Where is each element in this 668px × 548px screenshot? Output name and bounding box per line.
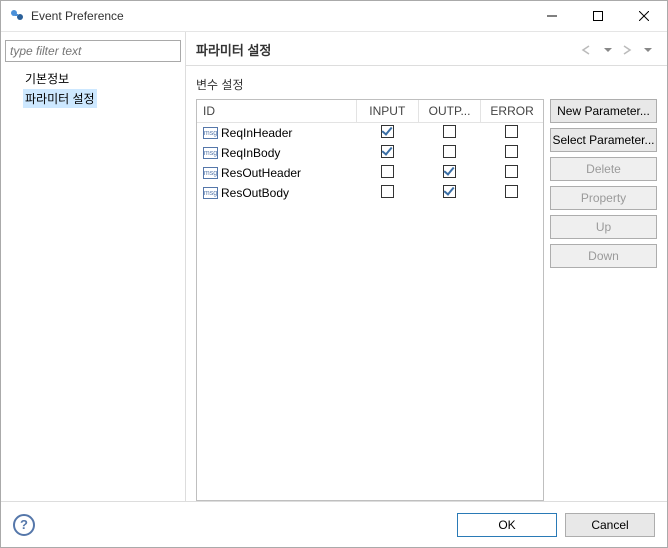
maximize-button[interactable] (575, 1, 621, 31)
forward-menu-icon[interactable] (639, 41, 657, 59)
input-checkbox[interactable] (381, 185, 394, 198)
button-column: New Parameter... Select Parameter... Del… (550, 99, 657, 501)
col-id[interactable]: ID (197, 100, 356, 123)
left-pane: 기본정보 파라미터 설정 (1, 32, 186, 501)
window-title: Event Preference (31, 9, 529, 23)
app-icon (9, 8, 25, 24)
table-row[interactable]: msgReqInHeader (197, 123, 543, 144)
help-icon[interactable]: ? (13, 514, 35, 536)
select-parameter-button[interactable]: Select Parameter... (550, 128, 657, 152)
section: 변수 설정 ID INPUT OUTP... ERROR msgReqInHea… (186, 66, 667, 501)
msg-icon: msg (203, 147, 218, 159)
error-checkbox[interactable] (505, 185, 518, 198)
section-title: 변수 설정 (196, 76, 657, 93)
filter-input[interactable] (5, 40, 181, 62)
row-id: ReqInHeader (221, 126, 292, 140)
ok-button[interactable]: OK (457, 513, 557, 537)
tree: 기본정보 파라미터 설정 (5, 68, 181, 108)
property-button[interactable]: Property (550, 186, 657, 210)
window-buttons (529, 1, 667, 31)
tree-item-parameter[interactable]: 파라미터 설정 (23, 89, 97, 108)
row-id: ResOutHeader (221, 166, 301, 180)
msg-icon: msg (203, 127, 218, 139)
down-button[interactable]: Down (550, 244, 657, 268)
delete-button[interactable]: Delete (550, 157, 657, 181)
col-error[interactable]: ERROR (481, 100, 543, 123)
error-checkbox[interactable] (505, 125, 518, 138)
heading-row: 파라미터 설정 (186, 32, 667, 66)
input-checkbox[interactable] (381, 145, 394, 158)
right-pane: 파라미터 설정 변수 설정 ID INPUT OUTP... (186, 32, 667, 501)
input-checkbox[interactable] (381, 125, 394, 138)
col-output[interactable]: OUTP... (418, 100, 480, 123)
page-title: 파라미터 설정 (196, 40, 579, 59)
footer: ? OK Cancel (1, 501, 667, 547)
msg-icon: msg (203, 187, 218, 199)
back-menu-icon[interactable] (599, 41, 617, 59)
title-bar: Event Preference (1, 1, 667, 32)
back-icon[interactable] (579, 41, 597, 59)
content-area: 기본정보 파라미터 설정 파라미터 설정 변수 설정 ID (1, 32, 667, 501)
output-checkbox[interactable] (443, 125, 456, 138)
table-row[interactable]: msgResOutBody (197, 183, 543, 203)
input-checkbox[interactable] (381, 165, 394, 178)
output-checkbox[interactable] (443, 165, 456, 178)
parameter-table: ID INPUT OUTP... ERROR msgReqInHeadermsg… (196, 99, 544, 501)
error-checkbox[interactable] (505, 145, 518, 158)
row-id: ResOutBody (221, 186, 289, 200)
table-row[interactable]: msgResOutHeader (197, 163, 543, 183)
output-checkbox[interactable] (443, 145, 456, 158)
output-checkbox[interactable] (443, 185, 456, 198)
nav-icons (579, 41, 657, 59)
new-parameter-button[interactable]: New Parameter... (550, 99, 657, 123)
msg-icon: msg (203, 167, 218, 179)
cancel-button[interactable]: Cancel (565, 513, 655, 537)
close-button[interactable] (621, 1, 667, 31)
table-row[interactable]: msgReqInBody (197, 143, 543, 163)
forward-icon[interactable] (619, 41, 637, 59)
error-checkbox[interactable] (505, 165, 518, 178)
up-button[interactable]: Up (550, 215, 657, 239)
minimize-button[interactable] (529, 1, 575, 31)
tree-item-basic[interactable]: 기본정보 (23, 68, 181, 89)
col-input[interactable]: INPUT (356, 100, 418, 123)
row-id: ReqInBody (221, 146, 280, 160)
